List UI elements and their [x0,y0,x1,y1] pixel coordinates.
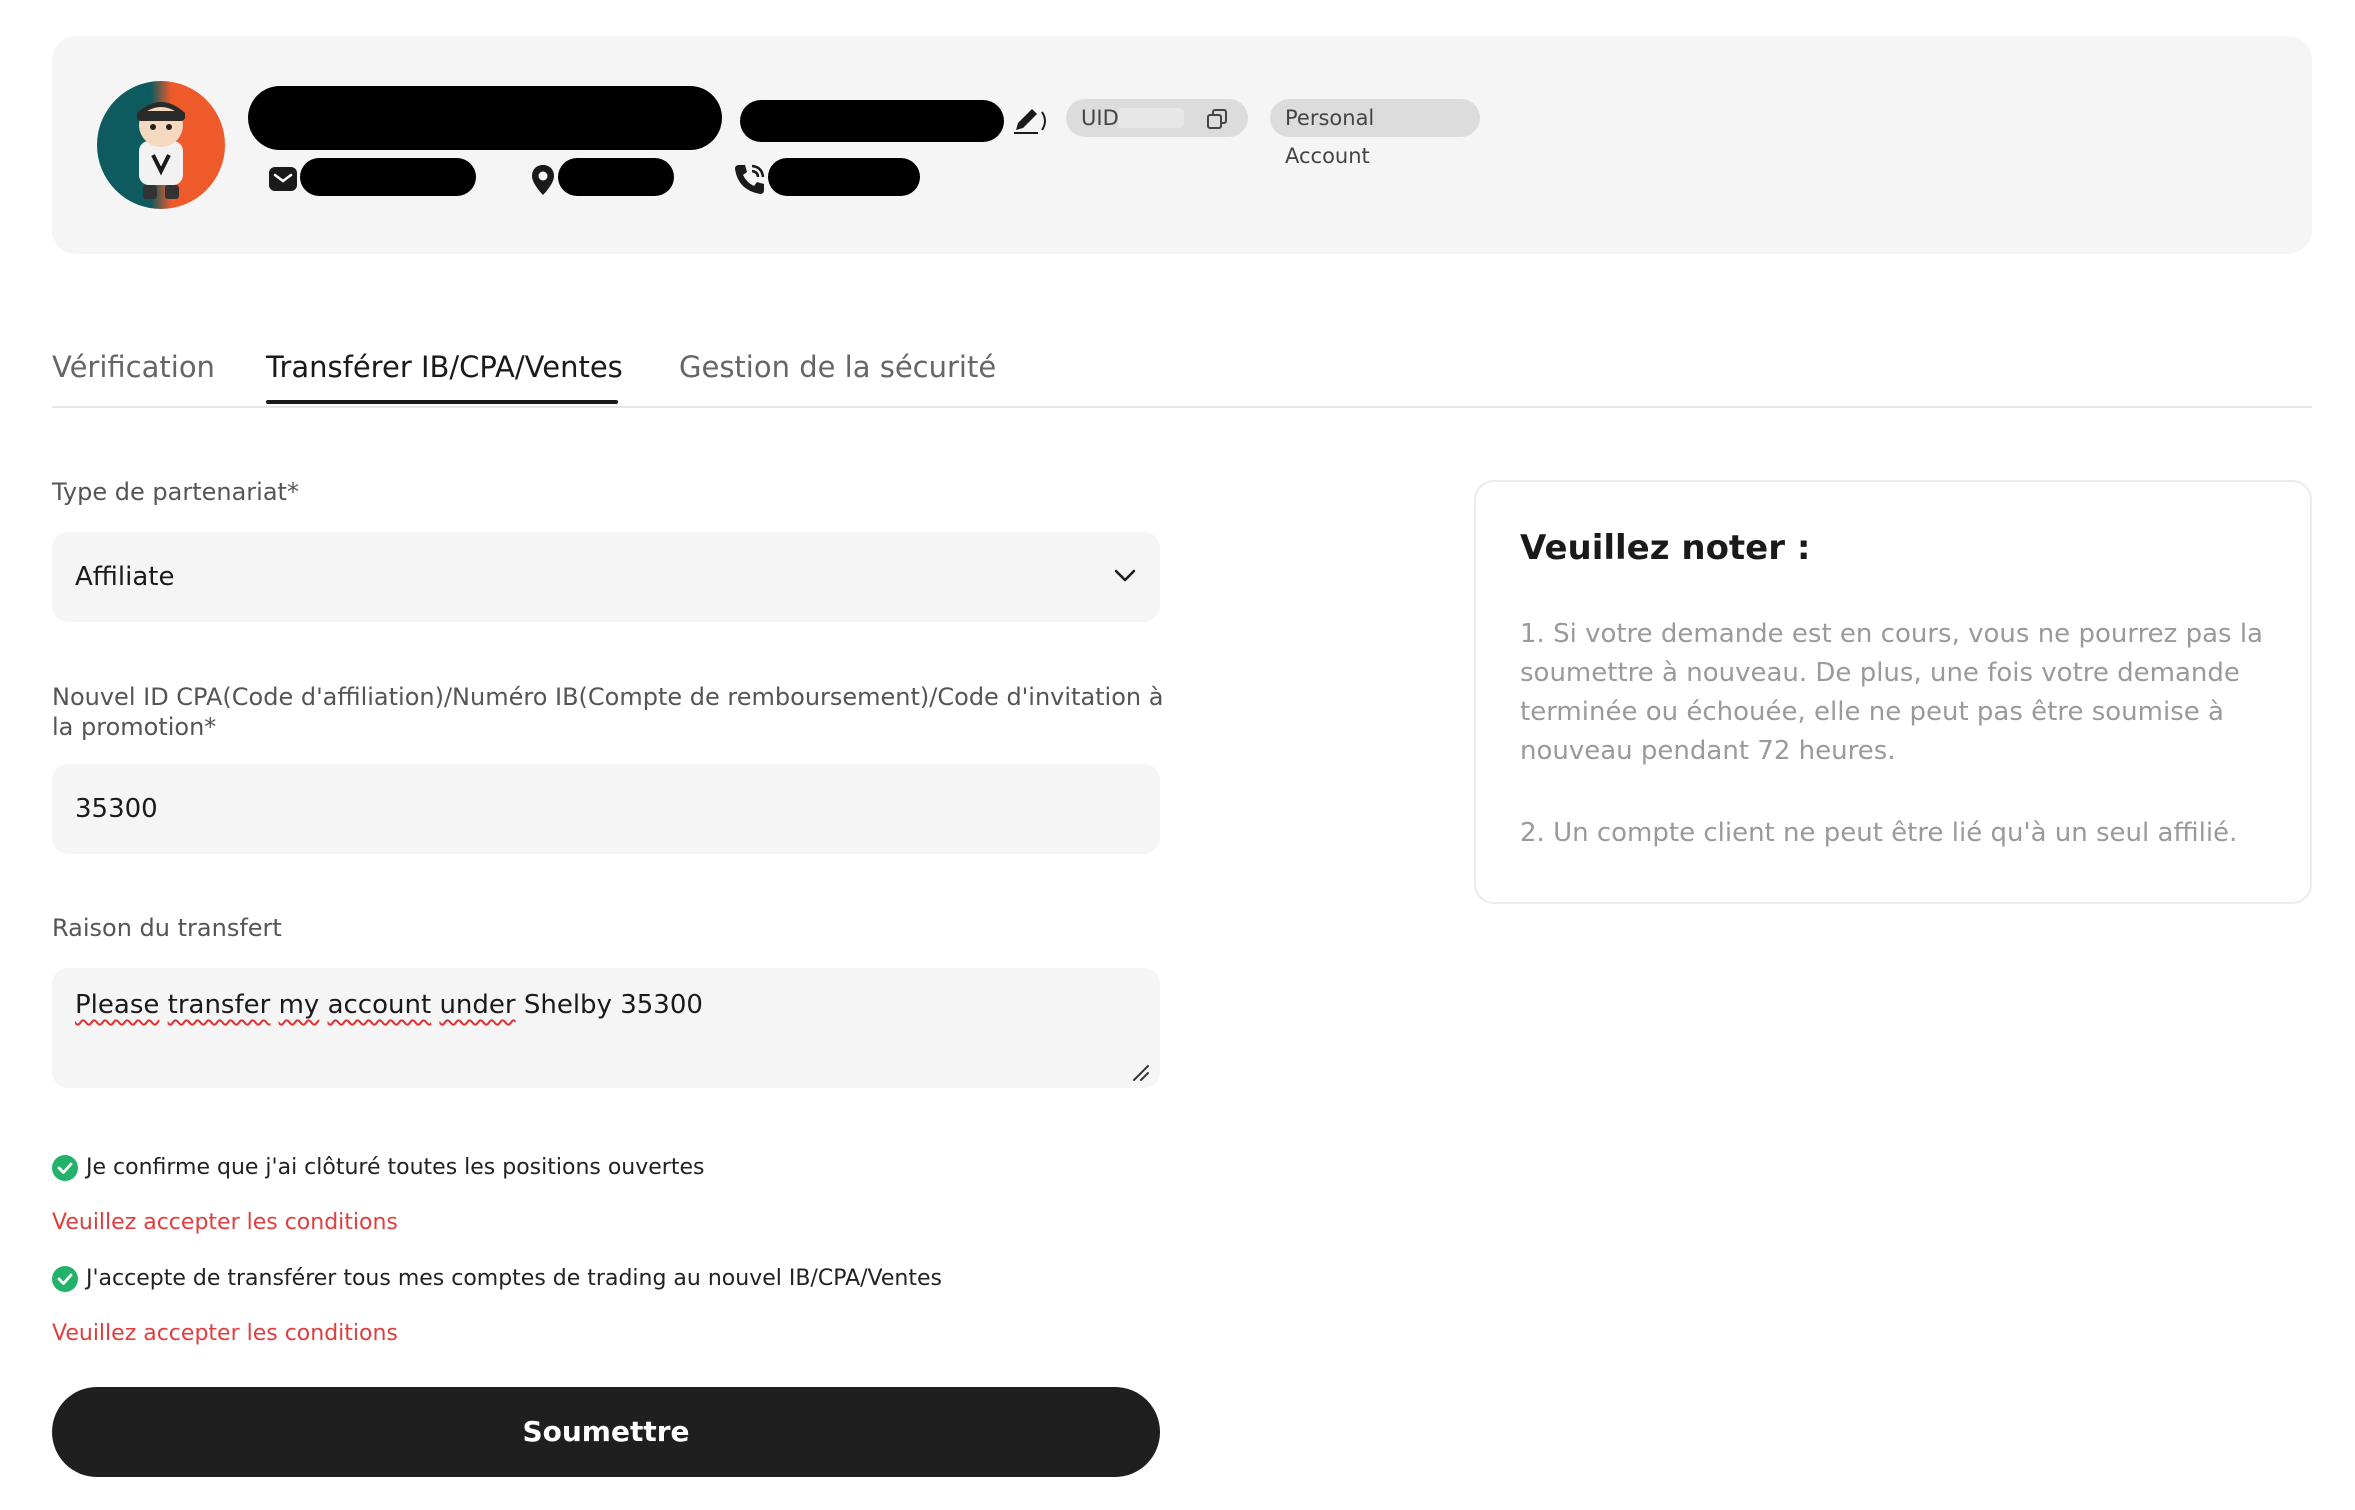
copy-icon[interactable] [1206,108,1228,130]
notice-item-2: 2. Un compte client ne peut être lié qu'… [1520,818,2238,848]
conditions-error-2: Veuillez accepter les conditions [52,1321,398,1346]
redacted-phone [768,158,920,196]
reason-text-rest: Shelby 35300 [523,990,703,1020]
chevron-down-icon [1114,569,1136,582]
cpa-id-input[interactable]: 35300 [52,764,1160,854]
uid-label: UID [1081,106,1119,130]
submit-button[interactable]: Soumettre [52,1387,1160,1477]
reason-word: my [278,990,320,1020]
edit-icon[interactable] [1012,106,1050,136]
reason-word: transfer [167,990,271,1020]
uid-value-blurred [1118,108,1184,128]
accept-transfer-label: J'accepte de transférer tous mes comptes… [86,1266,942,1291]
accept-transfer-checkbox[interactable]: J'accepte de transférer tous mes comptes… [52,1266,942,1292]
tab-transfer-ib[interactable]: Transférer IB/CPA/Ventes [266,350,623,384]
transfer-reason-textarea[interactable]: Please transfer my account under Shelby … [52,968,1160,1088]
tab-bar: Vérification Transférer IB/CPA/Ventes Ge… [52,340,2312,408]
transfer-reason-label: Raison du transfert [52,914,282,942]
avatar[interactable] [97,81,225,209]
check-circle-icon [52,1155,78,1181]
notice-item-1: 1. Si votre demande est en cours, vous n… [1520,619,2263,766]
cpa-id-value: 35300 [75,794,158,824]
profile-card: UID Personal Account [52,36,2312,254]
check-circle-icon [52,1266,78,1292]
active-tab-indicator [266,400,618,404]
redacted-location [558,158,674,196]
mascot-avatar-icon [137,102,185,199]
resize-handle-icon[interactable] [1132,1064,1150,1082]
redacted-name [248,86,722,150]
partnership-type-select[interactable]: Affiliate [52,532,1160,622]
email-icon [269,167,297,191]
cpa-id-label: Nouvel ID CPA(Code d'affiliation)/Numéro… [52,683,1164,741]
reason-word: account [327,990,432,1020]
account-type-badge: Personal Account [1270,99,1480,168]
confirm-positions-checkbox[interactable]: Je confirme que j'ai clôturé toutes les … [52,1155,704,1181]
location-pin-icon [532,165,554,195]
redacted-nickname [740,100,1004,142]
reason-word: under [439,990,516,1020]
partnership-type-value: Affiliate [75,562,175,592]
tab-security[interactable]: Gestion de la sécurité [679,350,996,384]
reason-word: Please [75,990,160,1020]
conditions-error-1: Veuillez accepter les conditions [52,1210,398,1235]
redacted-email [300,158,476,196]
phone-icon [735,164,765,194]
notice-title: Veuillez noter : [1520,528,1811,568]
partnership-type-label: Type de partenariat* [52,478,299,506]
tab-verification[interactable]: Vérification [52,350,215,384]
notice-card: Veuillez noter : 1. Si votre demande est… [1474,480,2312,904]
confirm-positions-label: Je confirme que j'ai clôturé toutes les … [86,1155,705,1180]
uid-pill: UID [1066,99,1248,137]
